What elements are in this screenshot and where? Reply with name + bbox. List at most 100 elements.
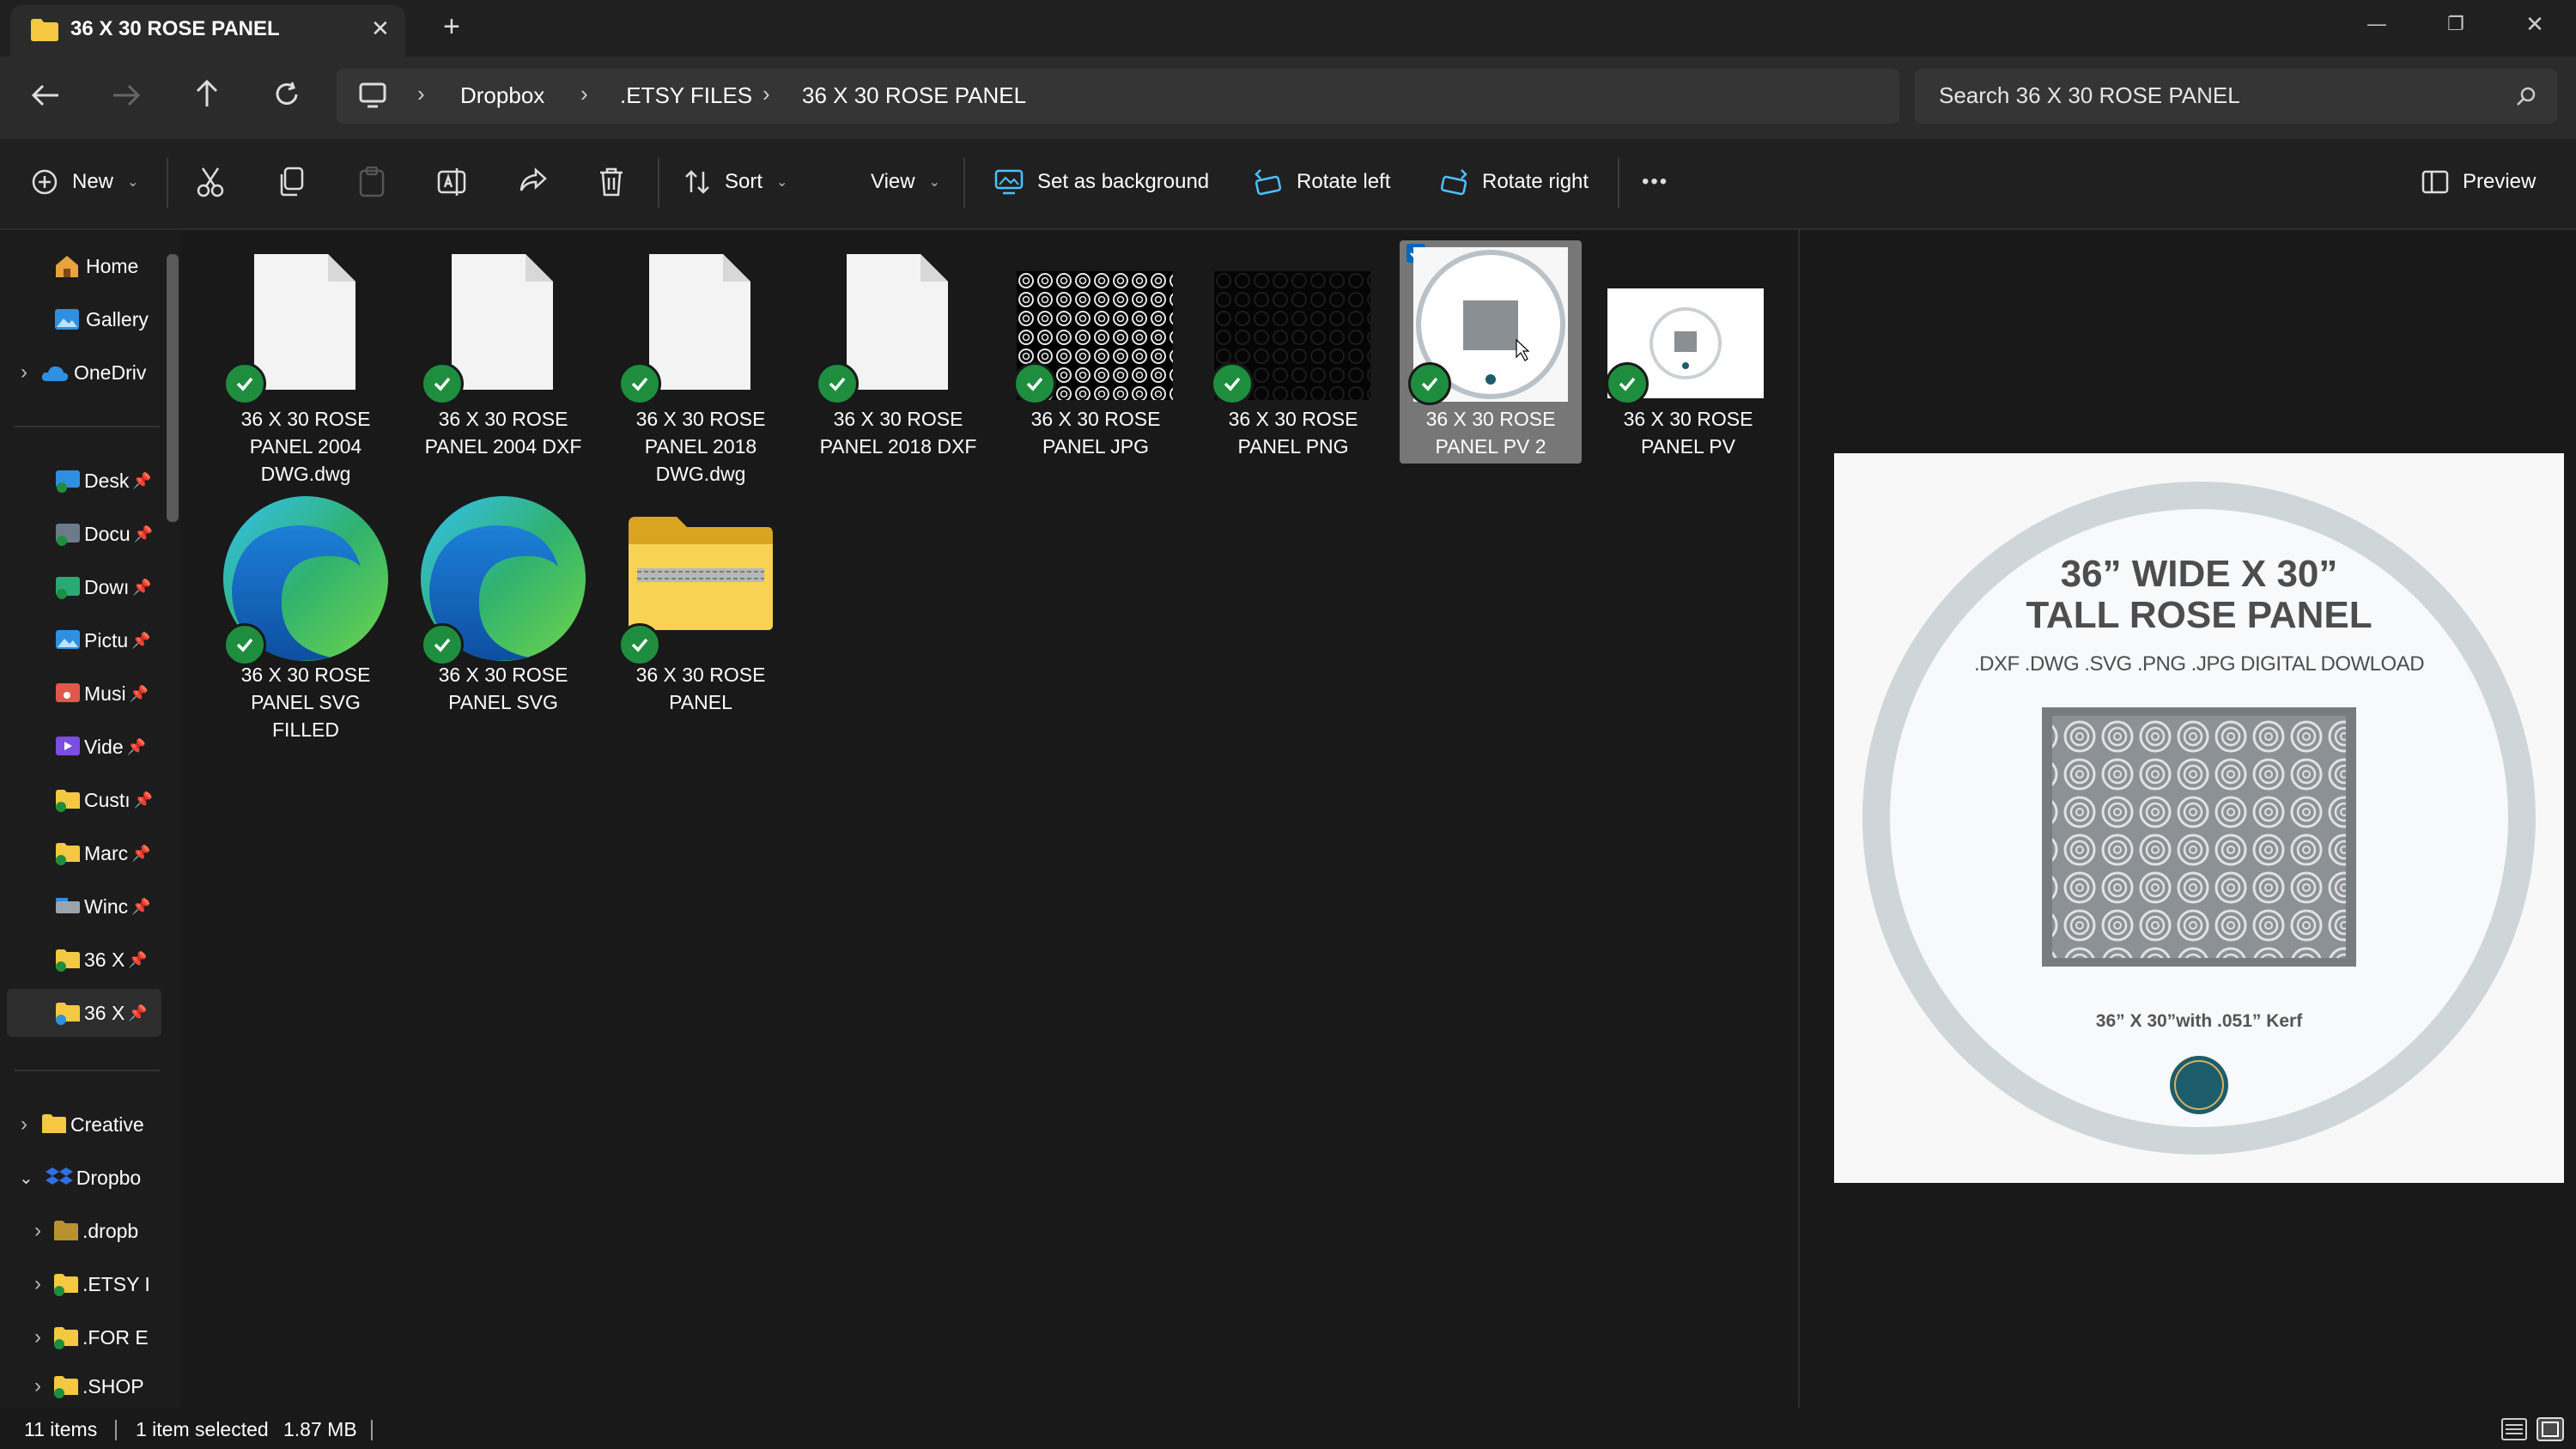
nav-item-desktop[interactable]: Desk 📌 [0,457,168,505]
breadcrumb-dropbox[interactable]: Dropbox [460,82,544,109]
nav-item-pictures[interactable]: Pictu 📌 [0,616,168,664]
document-icon [847,254,948,390]
maximize-button[interactable]: ❐ [2416,0,2495,48]
rotate-left-label: Rotate left [1297,170,1391,193]
chevron-down-icon: ⌄ [19,1168,33,1188]
file-name-line: PANEL SVG [251,691,361,713]
nav-item-etsy-files[interactable]: › .ETSY I [0,1260,168,1308]
breadcrumb-etsy-files[interactable]: .ETSY FILES [620,82,752,109]
more-options-button[interactable]: ••• [1642,170,1668,194]
file-item[interactable]: 36 X 30 ROSE PANEL 2018 DWG.dwg [610,240,792,489]
nav-label: Creative [70,1113,144,1136]
forward-icon[interactable] [112,82,141,108]
pin-icon: 📌 [129,684,149,702]
back-icon[interactable] [31,82,60,108]
nav-item-home[interactable]: Home [0,242,168,290]
sync-status-icon [1013,362,1056,405]
nav-item-36x-folder-selected[interactable]: 36 X 📌 [7,989,161,1037]
music-icon [56,683,80,702]
tab-close-icon[interactable]: ✕ [371,15,390,42]
nav-item-windows[interactable]: Winc 📌 [0,882,168,931]
downloads-icon [56,577,80,599]
delete-icon[interactable] [598,167,625,197]
nav-item-dropbox[interactable]: ⌄ Dropbo [0,1154,168,1202]
search-input[interactable]: Search 36 X 30 ROSE PANEL [1915,69,2557,124]
file-item[interactable]: 36 X 30 ROSE PANEL 2004 DWG.dwg [215,240,397,489]
chevron-right-icon: › [34,1272,41,1295]
preview-title-line2: TALL ROSE PANEL [2026,594,2372,636]
address-bar[interactable] [337,69,1899,124]
preview-formats: .DXF .DWG .SVG .PNG .JPG DIGITAL DOWLOAD [1973,652,2425,676]
new-tab-button[interactable]: + [443,10,460,44]
file-item-selected[interactable]: 36 X 30 ROSE PANEL PV 2 [1400,240,1582,464]
nav-item-videos[interactable]: Vide 📌 [0,723,168,771]
file-name: 36 X 30 ROSE PANEL PNG [1202,405,1384,460]
nav-item-for-e[interactable]: › .FOR E [0,1313,168,1361]
breadcrumb-current[interactable]: 36 X 30 ROSE PANEL [802,82,1026,109]
plus-circle-icon [32,169,58,195]
cut-icon[interactable] [196,167,225,197]
nav-item-36x-folder[interactable]: 36 X 📌 [0,936,168,984]
nav-item-documents[interactable]: Docu 📌 [0,510,168,558]
nav-item-marc[interactable]: Marc 📌 [0,829,168,877]
nav-item-custom-folder[interactable]: Custı 📌 [0,776,168,824]
dropbox-icon [45,1167,73,1185]
copy-icon[interactable] [276,167,306,197]
close-button[interactable]: ✕ [2495,0,2574,48]
nav-item-gallery[interactable]: Gallery [0,295,168,343]
sync-status-icon [816,362,859,405]
folder-icon [56,949,80,972]
nav-label: Vide [84,735,124,758]
folder-icon [56,843,80,865]
preview-pane-button[interactable]: Preview [2421,155,2536,209]
up-icon[interactable] [194,79,220,108]
rotate-right-button[interactable]: Rotate right [1439,155,1589,209]
file-name-line: PANEL 2018 [644,435,757,458]
search-placeholder: Search 36 X 30 ROSE PANEL [1939,82,2240,108]
nav-label: Pictu [84,628,129,652]
nav-scrollbar[interactable] [167,254,179,522]
file-item[interactable]: 36 X 30 ROSE PANEL 2018 DXF [807,240,989,489]
zip-folder-icon [629,517,773,630]
file-name-line: PANEL JPG [1042,435,1149,458]
sort-button[interactable]: Sort ⌄ [683,155,787,209]
nav-label: Winc [84,894,129,918]
details-view-icon[interactable] [2500,1416,2528,1442]
refresh-icon[interactable] [273,81,301,108]
videos-icon [56,737,80,755]
nav-item-dropbox-cache[interactable]: › .dropb [0,1207,168,1255]
file-item[interactable]: 36 X 30 ROSE PANEL PV [1597,240,1779,489]
nav-label: 36 X [84,1001,125,1024]
file-item[interactable]: 36 X 30 ROSE PANEL PNG [1202,240,1384,489]
share-icon[interactable] [517,167,548,197]
nav-item-shop[interactable]: › .SHOP [0,1367,168,1406]
nav-item-creative[interactable]: › Creative [0,1100,168,1149]
file-item[interactable]: 36 X 30 ROSE PANEL 2004 DXF [412,240,594,489]
file-item[interactable]: 36 X 30 ROSE PANEL JPG [1005,240,1187,489]
search-icon [2517,87,2536,106]
nav-item-downloads[interactable]: Dowı 📌 [0,563,168,611]
nav-label: .ETSY I [82,1272,150,1295]
file-item[interactable]: 36 X 30 ROSE PANEL SVG FILLED [215,494,397,752]
gallery-icon [55,309,79,330]
new-button[interactable]: New ⌄ [31,155,138,209]
chevron-right-icon: › [34,1325,41,1349]
file-name: 36 X 30 ROSE PANEL 2018 DXF [807,405,989,460]
view-button[interactable]: View ⌄ [871,155,940,209]
minimize-button[interactable]: — [2337,0,2416,48]
rotate-right-icon [1440,169,1467,196]
nav-item-music[interactable]: Musi 📌 [0,670,168,718]
set-as-background-button[interactable]: Set as background [994,155,1209,209]
large-icons-view-icon[interactable] [2537,1416,2564,1442]
rename-icon[interactable] [436,167,467,197]
file-item[interactable]: 36 X 30 ROSE PANEL [610,494,792,752]
file-item[interactable]: 36 X 30 ROSE PANEL SVG [412,494,594,752]
rotate-right-label: Rotate right [1482,170,1589,193]
nav-label: Marc [84,841,129,864]
file-name-line: 36 X 30 ROSE [1228,408,1358,430]
sync-status-icon [421,623,464,666]
paste-icon[interactable] [357,167,386,197]
rotate-left-button[interactable]: Rotate left [1254,155,1390,209]
nav-item-onedrive[interactable]: › OneDriv [0,349,168,397]
tab-current[interactable]: 36 X 30 ROSE PANEL ✕ [10,5,405,57]
